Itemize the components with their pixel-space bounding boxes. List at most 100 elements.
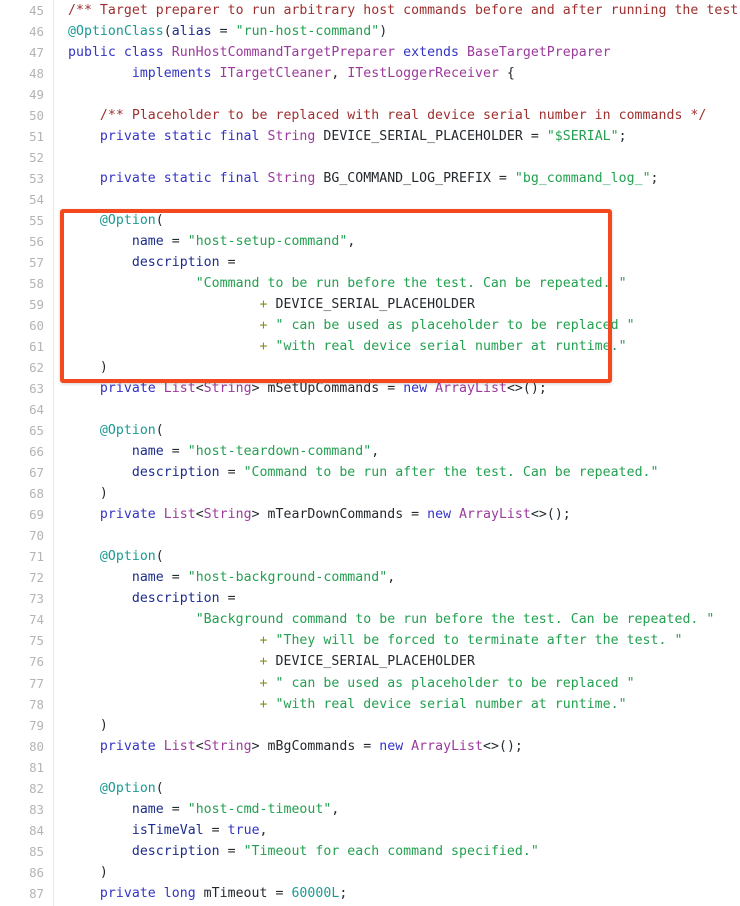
line-content[interactable]: name = "host-cmd-timeout", — [53, 799, 740, 820]
line-number: 56 — [29, 234, 44, 250]
line-content[interactable]: private long mTimeout = 60000L; — [53, 883, 740, 904]
code-line[interactable]: 73 description = — [0, 588, 740, 609]
token-pln: BG_COMMAND_LOG_PREFIX = — [315, 171, 515, 187]
line-content[interactable]: ) — [53, 357, 740, 378]
line-content[interactable]: + "with real device serial number at run… — [53, 336, 740, 357]
code-line[interactable]: 81 — [0, 757, 740, 778]
code-line[interactable]: 48 implements ITargetCleaner, ITestLogge… — [0, 63, 740, 84]
line-content[interactable]: ) — [53, 483, 740, 504]
line-content[interactable]: + " can be used as placeholder to be rep… — [53, 673, 740, 694]
code-line[interactable]: 58 "Command to be run before the test. C… — [0, 273, 740, 294]
code-line[interactable]: 64 — [0, 399, 740, 420]
code-line[interactable]: 79 ) — [0, 715, 740, 736]
line-content[interactable]: description = "Timeout for each command … — [53, 841, 740, 862]
line-content[interactable]: implements ITargetCleaner, ITestLoggerRe… — [53, 63, 740, 84]
code-line[interactable]: 53 private static final String BG_COMMAN… — [0, 168, 740, 189]
line-content[interactable]: private List<String> mTearDownCommands =… — [53, 504, 740, 525]
code-line[interactable]: 49 — [0, 84, 740, 105]
line-content[interactable]: "Background command to be run before the… — [53, 609, 740, 630]
line-content[interactable]: public class RunHostCommandTargetPrepare… — [53, 42, 740, 63]
token-pln: mSetUpCommands = — [267, 381, 404, 397]
code-line[interactable]: 55 @Option( — [0, 210, 740, 231]
code-line[interactable]: 63 private List<String> mSetUpCommands =… — [0, 378, 740, 399]
line-number: 53 — [29, 171, 44, 187]
line-number: 64 — [29, 402, 44, 418]
code-line[interactable]: 45 /** Target preparer to run arbitrary h… — [0, 0, 740, 21]
code-line[interactable]: 65 @Option( — [0, 420, 740, 441]
code-line[interactable]: 71 @Option( — [0, 546, 740, 567]
token-str: " can be used as placeholder to be repla… — [275, 318, 635, 334]
line-content[interactable]: private List<String> mBgCommands = new A… — [53, 736, 740, 757]
code-line[interactable]: 68 ) — [0, 483, 740, 504]
line-content[interactable]: /** Target preparer to run arbitrary hos… — [53, 0, 740, 21]
token-pun: = — [211, 24, 236, 40]
code-line[interactable]: 82 @Option( — [0, 778, 740, 799]
code-viewer[interactable]: 45 /** Target preparer to run arbitrary h… — [0, 0, 740, 906]
code-line[interactable]: 77 + " can be used as placeholder to be … — [0, 673, 740, 694]
code-line[interactable]: 57 description = — [0, 252, 740, 273]
code-line[interactable]: 75 + "They will be forced to terminate a… — [0, 630, 740, 651]
line-content[interactable]: description = "Command to be run after t… — [53, 462, 740, 483]
line-content[interactable]: name = "host-background-command", — [53, 567, 740, 588]
token-pun: , — [347, 234, 356, 250]
token-opr: + — [259, 318, 276, 334]
code-line[interactable]: 46 @OptionClass(alias = "run-host-command… — [0, 21, 740, 42]
line-content[interactable]: isTimeVal = true, — [53, 820, 740, 841]
line-content[interactable]: /** Placeholder to be replaced with real… — [53, 105, 740, 126]
code-line[interactable]: 72 name = "host-background-command", — [0, 567, 740, 588]
line-content[interactable]: + DEVICE_SERIAL_PLACEHOLDER — [53, 294, 740, 315]
line-content[interactable]: @Option( — [53, 546, 740, 567]
code-line[interactable]: 78 + "with real device serial number at … — [0, 694, 740, 715]
code-line[interactable]: 67 description = "Command to be run afte… — [0, 462, 740, 483]
code-line[interactable]: 83 name = "host-cmd-timeout", — [0, 799, 740, 820]
code-line[interactable]: 54 — [0, 189, 740, 210]
code-line[interactable]: 86 ) — [0, 862, 740, 883]
code-line[interactable]: 84 isTimeVal = true, — [0, 820, 740, 841]
line-content[interactable]: private static final String DEVICE_SERIA… — [53, 126, 740, 147]
code-line[interactable]: 60 + " can be used as placeholder to be … — [0, 315, 740, 336]
token-pln — [68, 802, 132, 817]
code-line[interactable]: 76 + DEVICE_SERIAL_PLACEHOLDER — [0, 651, 740, 672]
line-content[interactable]: @Option( — [53, 420, 740, 441]
line-content[interactable]: + " can be used as placeholder to be rep… — [53, 315, 740, 336]
line-content[interactable]: + "They will be forced to terminate afte… — [53, 630, 740, 651]
line-content[interactable]: + "with real device serial number at run… — [53, 694, 740, 715]
line-number: 76 — [29, 654, 44, 670]
token-key: private static final — [99, 129, 268, 145]
code-line[interactable]: 50 /** Placeholder to be replaced with r… — [0, 105, 740, 126]
line-content[interactable]: private static final String BG_COMMAND_L… — [53, 168, 740, 189]
line-content[interactable]: name = "host-setup-command", — [53, 231, 740, 252]
line-content[interactable]: @Option( — [53, 210, 740, 231]
code-line[interactable]: 74 "Background command to be run before … — [0, 609, 740, 630]
line-content[interactable]: @Option( — [53, 778, 740, 799]
line-content[interactable]: "Command to be run before the test. Can … — [53, 273, 740, 294]
line-content[interactable]: name = "host-teardown-command", — [53, 441, 740, 462]
code-line[interactable]: 87 private long mTimeout = 60000L; — [0, 883, 740, 904]
code-line[interactable]: 69 private List<String> mTearDownCommand… — [0, 504, 740, 525]
line-content[interactable]: description = — [53, 252, 740, 273]
token-nav: name — [131, 570, 164, 586]
code-line[interactable]: 66 name = "host-teardown-command", — [0, 441, 740, 462]
code-line[interactable]: 56 name = "host-setup-command", — [0, 231, 740, 252]
code-line[interactable]: 59 + DEVICE_SERIAL_PLACEHOLDER — [0, 294, 740, 315]
code-line[interactable]: 80 private List<String> mBgCommands = ne… — [0, 736, 740, 757]
line-content[interactable]: private List<String> mSetUpCommands = ne… — [53, 378, 740, 399]
code-line[interactable]: 47 public class RunHostCommandTargetPrepa… — [0, 42, 740, 63]
code-line[interactable]: 52 — [0, 147, 740, 168]
token-typ: List — [163, 381, 196, 397]
token-ann: @Option — [99, 423, 156, 439]
line-content[interactable]: ) — [53, 862, 740, 883]
token-pln — [68, 633, 260, 648]
code-line[interactable]: 61 + "with real device serial number at … — [0, 336, 740, 357]
line-content[interactable]: @OptionClass(alias = "run-host-command") — [53, 21, 740, 42]
code-line[interactable]: 62 ) — [0, 357, 740, 378]
line-content[interactable]: description = — [53, 588, 740, 609]
line-number: 84 — [29, 822, 44, 838]
line-content[interactable]: + DEVICE_SERIAL_PLACEHOLDER — [53, 651, 740, 672]
code-line[interactable]: 85 description = "Timeout for each comma… — [0, 841, 740, 862]
code-line[interactable]: 70 — [0, 525, 740, 546]
token-pun: ( — [155, 213, 164, 229]
line-number: 49 — [29, 87, 44, 103]
code-line[interactable]: 51 private static final String DEVICE_SE… — [0, 126, 740, 147]
line-content[interactable]: ) — [53, 715, 740, 736]
